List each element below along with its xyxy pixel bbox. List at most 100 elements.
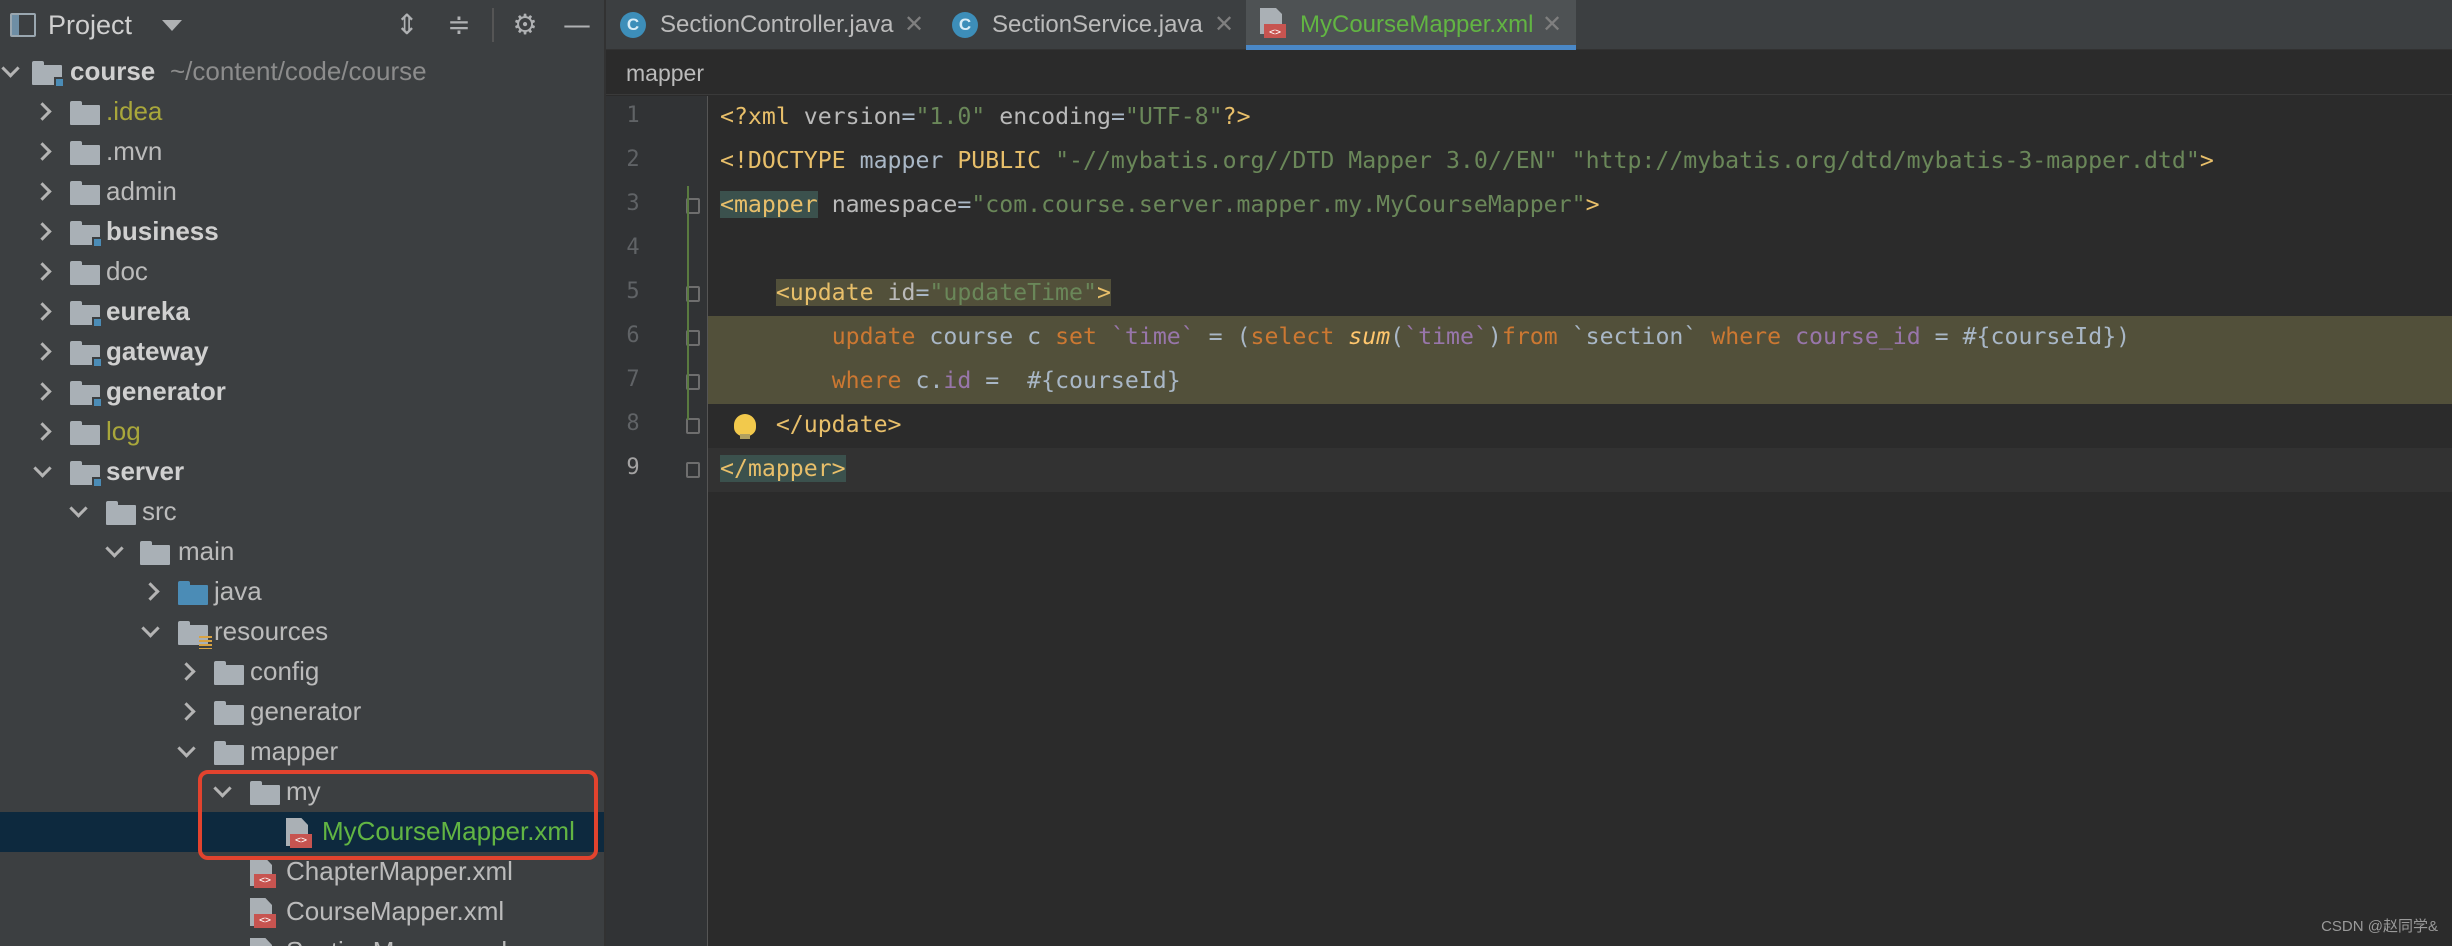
chevron-down-icon[interactable]	[32, 462, 52, 482]
code-line[interactable]: where c.id = #{courseId}	[606, 360, 2452, 404]
tree-item-resources[interactable]: resources	[0, 612, 604, 652]
tree-item-mapper[interactable]: mapper	[0, 732, 604, 772]
line-number: 3	[626, 191, 640, 216]
line-number: 9	[626, 455, 640, 480]
tree-item-eureka[interactable]: eureka	[0, 292, 604, 332]
code-line[interactable]: <update id="updateTime">	[606, 272, 2452, 316]
folder-icon	[214, 661, 244, 685]
tree-item-config[interactable]: config	[0, 652, 604, 692]
folder-icon	[106, 501, 136, 525]
tree-item-gateway[interactable]: gateway	[0, 332, 604, 372]
close-icon[interactable]: ✕	[1214, 10, 1234, 38]
chevron-right-icon[interactable]	[140, 582, 160, 602]
folder-icon	[70, 421, 100, 445]
module-folder-icon	[32, 61, 65, 88]
chevron-right-icon[interactable]	[32, 422, 52, 442]
code-area[interactable]: <?xml version="1.0" encoding="UTF-8"?> <…	[606, 96, 2452, 946]
tree-item-doc[interactable]: doc	[0, 252, 604, 292]
breadcrumb: mapper	[606, 51, 2452, 95]
code-line-text: where c.id = #{courseId}	[831, 367, 1181, 394]
chevron-right-icon[interactable]	[32, 382, 52, 402]
tab-mycoursemapper[interactable]: <> MyCourseMapper.xml ✕	[1246, 0, 1576, 50]
folder-icon	[70, 181, 100, 205]
chevron-right-icon[interactable]	[32, 342, 52, 362]
chevron-right-icon[interactable]	[32, 142, 52, 162]
close-icon[interactable]: ✕	[904, 10, 924, 38]
close-icon[interactable]: ✕	[1542, 10, 1562, 38]
tree-item-label: eureka	[106, 296, 190, 326]
indent-guide	[687, 186, 689, 420]
chevron-right-icon[interactable]	[32, 102, 52, 122]
line-number: 7	[626, 367, 640, 392]
tree-item-server[interactable]: server	[0, 452, 604, 492]
gear-icon[interactable]: ⚙	[508, 8, 542, 42]
tree-item-label: config	[250, 656, 320, 686]
tree-item-src[interactable]: src	[0, 492, 604, 532]
tab-sectioncontroller[interactable]: C SectionController.java ✕	[606, 0, 936, 50]
tab-label: MyCourseMapper.xml	[1300, 11, 1534, 38]
code-line[interactable]	[606, 228, 2452, 272]
chevron-down-icon[interactable]	[68, 502, 88, 522]
line-number: 1	[626, 103, 640, 128]
line-number: 4	[626, 235, 640, 260]
line-number-gutter[interactable]: 1 2 3 4 5 6 7 8 9	[606, 96, 708, 946]
chevron-down-icon[interactable]	[176, 742, 196, 762]
tree-item-log[interactable]: log	[0, 412, 604, 452]
fold-marker-icon[interactable]	[686, 462, 700, 478]
code-editor[interactable]: <?xml version="1.0" encoding="UTF-8"?> <…	[606, 96, 2452, 946]
code-line-current[interactable]: </mapper>	[606, 448, 2452, 492]
code-line-text: </mapper>	[720, 455, 846, 482]
chevron-right-icon[interactable]	[32, 302, 52, 322]
expand-all-icon[interactable]: ⇕	[390, 8, 424, 42]
tree-item-generator[interactable]: generator	[0, 372, 604, 412]
chevron-down-icon[interactable]	[0, 62, 20, 82]
tree-item-generator-res[interactable]: generator	[0, 692, 604, 732]
tab-label: SectionController.java	[660, 11, 894, 38]
tree-item-label: server	[106, 456, 185, 486]
chevron-down-icon[interactable]	[140, 622, 160, 642]
chevron-right-icon[interactable]	[32, 262, 52, 282]
line-number: 2	[626, 147, 640, 172]
chevron-right-icon[interactable]	[176, 702, 196, 722]
tree-item-coursemapper-xml[interactable]: <> CourseMapper.xml	[0, 892, 604, 932]
project-panel-title[interactable]: Project	[48, 10, 132, 41]
project-sidebar: Project ⇕ ≑ ⚙ — course ~/content/code/co…	[0, 0, 604, 946]
tab-sectionservice[interactable]: C SectionService.java ✕	[938, 0, 1248, 50]
code-line-text: update course c set `time` = (select sum…	[831, 323, 2131, 350]
annotation-highlight-box	[198, 770, 598, 860]
chevron-down-icon[interactable]	[162, 20, 182, 31]
lightbulb-icon[interactable]	[734, 414, 756, 439]
breadcrumb-item-mapper[interactable]: mapper	[626, 60, 704, 87]
tree-item-sectionmapper-xml[interactable]: <> SectionMapper.xml	[0, 932, 604, 946]
xml-file-icon: <>	[250, 938, 276, 946]
code-line[interactable]: <mapper namespace="com.course.server.map…	[606, 184, 2452, 228]
folder-icon	[214, 741, 244, 765]
code-line-text: <mapper namespace="com.course.server.map…	[720, 191, 1600, 218]
folder-icon	[70, 261, 100, 285]
chevron-right-icon[interactable]	[32, 222, 52, 242]
tree-item-course[interactable]: course ~/content/code/course	[0, 52, 604, 92]
minimize-icon[interactable]: —	[560, 8, 594, 42]
code-line[interactable]: update course c set `time` = (select sum…	[606, 316, 2452, 360]
tree-item-idea[interactable]: .idea	[0, 92, 604, 132]
tree-item-label: generator	[250, 696, 362, 726]
tree-item-admin[interactable]: admin	[0, 172, 604, 212]
tree-item-label: course	[70, 56, 156, 86]
tree-item-business[interactable]: business	[0, 212, 604, 252]
collapse-all-icon[interactable]: ≑	[442, 8, 476, 42]
code-line[interactable]: </update>	[606, 404, 2452, 448]
tree-item-label: .idea	[106, 96, 163, 126]
java-class-icon: C	[952, 12, 978, 38]
chevron-right-icon[interactable]	[176, 662, 196, 682]
code-line[interactable]: <?xml version="1.0" encoding="UTF-8"?>	[606, 96, 2452, 140]
code-line[interactable]: <!DOCTYPE mapper PUBLIC "-//mybatis.org/…	[606, 140, 2452, 184]
toolbar-divider	[492, 8, 494, 42]
module-folder-icon	[70, 461, 103, 488]
tree-item-label: log	[106, 416, 141, 446]
tree-item-mvn[interactable]: .mvn	[0, 132, 604, 172]
chevron-right-icon[interactable]	[32, 182, 52, 202]
tree-item-java[interactable]: java	[0, 572, 604, 612]
fold-marker-icon[interactable]	[686, 418, 700, 434]
chevron-down-icon[interactable]	[104, 542, 124, 562]
tree-item-main[interactable]: main	[0, 532, 604, 572]
